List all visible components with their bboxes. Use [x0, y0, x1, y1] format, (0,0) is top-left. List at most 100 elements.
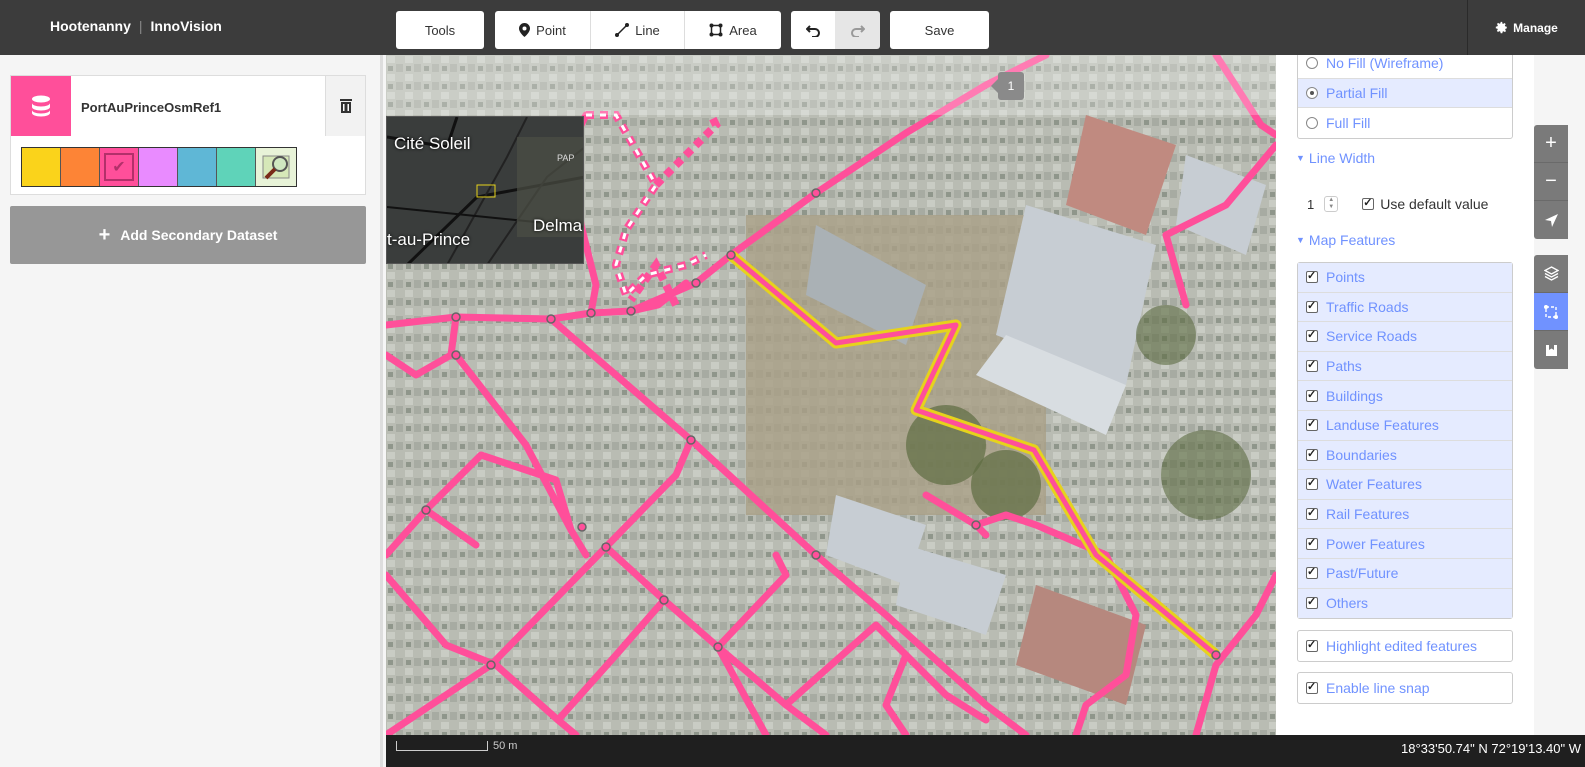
line-width-value[interactable]: 1: [1307, 197, 1314, 212]
feature-filter-past-future[interactable]: Past/Future: [1298, 558, 1512, 589]
tools-label: Tools: [424, 22, 456, 38]
brand-name: Hootenanny: [50, 18, 131, 34]
area-icon: [709, 23, 723, 37]
undo-button[interactable]: [791, 11, 835, 49]
dataset-name: PortAuPrinceOsmRef1: [81, 100, 222, 115]
feature-filter-boundaries[interactable]: Boundaries: [1298, 440, 1512, 471]
background-layers-button[interactable]: [1534, 255, 1568, 293]
highlight-edited-toggle[interactable]: Highlight edited features: [1298, 631, 1512, 661]
feature-label: Paths: [1326, 358, 1362, 375]
redo-button[interactable]: [835, 11, 880, 49]
feature-filter-water[interactable]: Water Features: [1298, 470, 1512, 500]
fill-option-label: Full Fill: [1326, 114, 1371, 131]
color-swatch-violet[interactable]: [139, 148, 178, 186]
radio[interactable]: [1306, 57, 1318, 70]
dataset-card: PortAuPrinceOsmRef1 ✔: [10, 75, 366, 195]
map-toolbar: [386, 55, 1276, 115]
radio[interactable]: [1306, 116, 1318, 129]
checkbox[interactable]: [1306, 447, 1318, 461]
checkbox[interactable]: [1306, 299, 1318, 313]
line-snap-toggle[interactable]: Enable line snap: [1298, 673, 1512, 703]
line-width-section-toggle[interactable]: ▼ Line Width: [1296, 150, 1375, 166]
undo-icon: [806, 25, 820, 37]
feature-filter-power[interactable]: Power Features: [1298, 529, 1512, 559]
feature-filter-paths[interactable]: Paths: [1298, 351, 1512, 382]
area-label: Area: [729, 22, 757, 38]
color-swatch-blue[interactable]: [178, 148, 217, 186]
map-data-button[interactable]: [1534, 293, 1568, 331]
delete-dataset-button[interactable]: [325, 76, 365, 136]
map-data-icon: [1544, 304, 1558, 319]
feature-filter-traffic-roads[interactable]: Traffic Roads: [1298, 292, 1512, 323]
fill-option-full[interactable]: Full Fill: [1298, 108, 1512, 138]
line-icon: [615, 23, 630, 37]
feature-filter-service-roads[interactable]: Service Roads: [1298, 322, 1512, 352]
triangle-down-icon: ▼: [1296, 153, 1305, 163]
fill-option-wireframe[interactable]: No Fill (Wireframe): [1298, 55, 1512, 79]
color-swatch-pink[interactable]: ✔: [100, 148, 139, 186]
feature-filter-buildings[interactable]: Buildings: [1298, 381, 1512, 411]
checkbox[interactable]: [1306, 506, 1318, 521]
map-footer: 50 m 18°33'50.74" N 72°19'13.40" W: [386, 735, 1585, 767]
save-button[interactable]: Save: [890, 11, 989, 49]
feature-label: Past/Future: [1326, 565, 1399, 582]
minimap[interactable]: Cité Soleil Delma t-au-Prince PAP: [386, 116, 584, 264]
check-icon: ✔: [104, 153, 134, 181]
checkbox[interactable]: [1306, 358, 1318, 373]
checkbox[interactable]: [1306, 595, 1318, 610]
fill-option-partial[interactable]: Partial Fill: [1298, 78, 1512, 109]
color-swatch-teal[interactable]: [217, 148, 256, 186]
use-default-toggle[interactable]: Use default value: [1362, 196, 1488, 212]
feature-label: Landuse Features: [1326, 417, 1439, 434]
manage-label: Manage: [1513, 20, 1558, 35]
feature-label: Rail Features: [1326, 506, 1410, 523]
map-pin-icon: [519, 23, 531, 37]
zoom-in-button[interactable]: +: [1534, 125, 1568, 163]
geolocate-button[interactable]: [1534, 201, 1568, 239]
plus-icon: +: [1545, 132, 1557, 154]
map-features-section-toggle[interactable]: ▼ Map Features: [1296, 232, 1395, 248]
checkbox[interactable]: [1306, 638, 1318, 652]
add-area-button[interactable]: Area: [685, 11, 781, 49]
checkbox[interactable]: [1306, 417, 1318, 432]
minimap-label-pap: PAP: [557, 153, 575, 163]
add-point-button[interactable]: Point: [495, 11, 591, 49]
trash-icon: [339, 99, 352, 113]
color-swatch-orange[interactable]: [61, 148, 100, 186]
feature-label: Water Features: [1326, 476, 1422, 493]
radio[interactable]: [1306, 86, 1318, 99]
gear-icon: [1495, 21, 1507, 34]
color-swatch-yellow[interactable]: [22, 148, 61, 186]
checkbox[interactable]: [1362, 196, 1375, 210]
database-icon: [11, 76, 71, 136]
checkbox[interactable]: [1306, 476, 1318, 491]
feature-filter-others[interactable]: Others: [1298, 588, 1512, 619]
line-width-stepper[interactable]: ▲ ▼: [1324, 196, 1339, 212]
location-arrow-icon: [1544, 213, 1558, 227]
minimap-label-cite-soleil: Cité Soleil: [394, 134, 471, 153]
checkbox[interactable]: [1306, 536, 1318, 550]
zoom-out-button[interactable]: −: [1534, 163, 1568, 201]
checkbox[interactable]: [1306, 680, 1318, 694]
checkbox[interactable]: [1306, 269, 1318, 284]
feature-label: Traffic Roads: [1326, 298, 1409, 315]
feature-label: Buildings: [1326, 387, 1383, 404]
checkbox[interactable]: [1306, 388, 1318, 402]
issues-button[interactable]: [1534, 331, 1568, 369]
brand: Hootenanny | InnoVision: [50, 18, 222, 34]
feature-label: Service Roads: [1326, 328, 1418, 345]
add-secondary-label: Add Secondary Dataset: [120, 227, 278, 243]
tools-button[interactable]: Tools: [396, 11, 484, 49]
checkbox[interactable]: [1306, 565, 1318, 580]
stepper-up-icon: ▲: [1328, 197, 1335, 203]
map-features-title: Map Features: [1308, 232, 1396, 248]
checkbox[interactable]: [1306, 328, 1318, 343]
feature-filter-points[interactable]: Points: [1298, 263, 1512, 293]
add-line-button[interactable]: Line: [591, 11, 685, 49]
feature-filter-rail[interactable]: Rail Features: [1298, 499, 1512, 530]
add-secondary-dataset-button[interactable]: + Add Secondary Dataset: [10, 206, 366, 264]
manage-button[interactable]: Manage: [1467, 0, 1585, 55]
osm-swatch[interactable]: [256, 148, 296, 186]
feature-filter-landuse[interactable]: Landuse Features: [1298, 410, 1512, 441]
use-default-label: Use default value: [1380, 196, 1489, 212]
